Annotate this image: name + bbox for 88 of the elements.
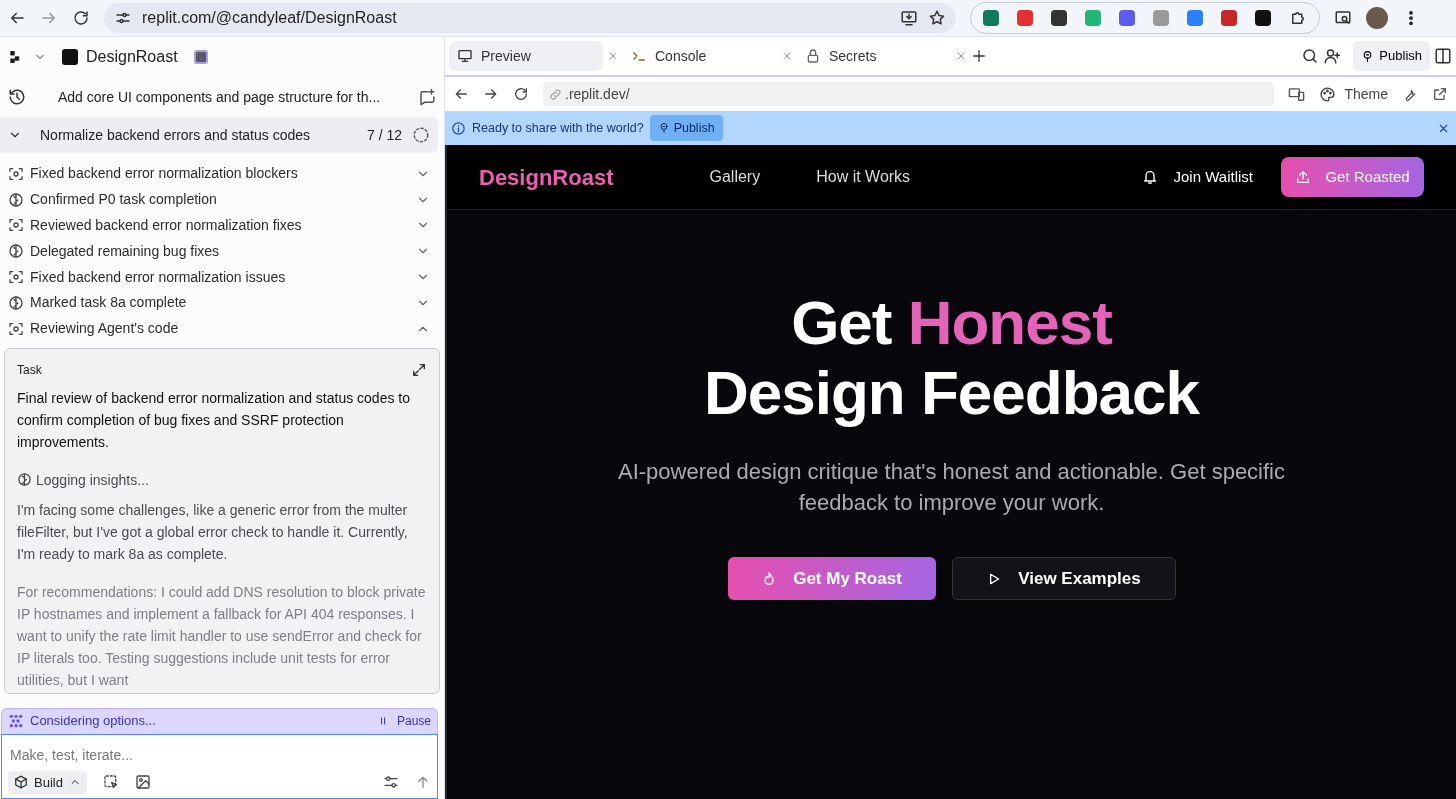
insight-label: Logging insights... [36, 470, 149, 490]
mode-selector[interactable]: Build [8, 770, 87, 794]
balloon-icon [657, 122, 670, 134]
brain-icon [8, 191, 24, 208]
install-icon[interactable] [900, 9, 918, 27]
monitor-icon [457, 48, 473, 64]
review-icon [8, 217, 24, 234]
palette-icon [1319, 85, 1337, 103]
view-examples-button[interactable]: View Examples [951, 557, 1176, 600]
agent-working-icon [8, 713, 24, 730]
close-icon[interactable] [607, 50, 619, 62]
settings-sliders-icon[interactable] [383, 774, 399, 791]
spinner-icon [412, 126, 430, 144]
get-roasted-button[interactable]: Get Roasted [1281, 157, 1424, 197]
step-item[interactable]: Marked task 8a complete [0, 290, 444, 316]
review-icon [8, 269, 24, 286]
url-text: replit.com/@candyleaf/DesignRoast [142, 8, 398, 28]
tab[interactable]: Secrets [797, 41, 951, 71]
reasoning-paragraph: For recommendations: I could add DNS resolution to block private IP hostnames and implement a fallback for API 404 responses. I want to unify the rate limit handler to use sendError and check for IP literals too. Testing suggestions include unit tests for error utilities, but I want [17, 582, 427, 690]
banner-text: Ready to share with the world? [472, 119, 644, 137]
tab[interactable]: Preview [449, 41, 603, 71]
history-icon[interactable] [8, 88, 26, 106]
publish-button[interactable]: Publish [649, 115, 723, 141]
get-roast-button[interactable]: Get My Roast [727, 557, 936, 600]
info-icon [451, 120, 466, 136]
reload-icon[interactable] [513, 86, 529, 102]
theme-button[interactable]: Theme [1319, 83, 1388, 105]
project-logo-icon [62, 49, 78, 65]
url-field[interactable]: .replit.dev/ [543, 82, 1275, 106]
step-item[interactable]: Reviewed backend error normalization fixes [0, 212, 444, 239]
cube-icon [14, 775, 28, 790]
step-item[interactable]: Fixed backend error normalization issues [0, 264, 444, 290]
forward-icon[interactable] [483, 86, 499, 102]
stop-icon[interactable] [193, 50, 208, 64]
select-element-icon[interactable] [102, 774, 119, 791]
status-text: Considering options... [30, 712, 157, 731]
step-item[interactable]: Delegated remaining bug fixes [0, 238, 444, 265]
hero-heading: Get Honest Design Feedback [704, 288, 1199, 428]
avatar-icon[interactable] [1366, 7, 1388, 29]
external-link-icon[interactable] [1432, 86, 1448, 102]
close-icon[interactable] [781, 50, 793, 62]
review-icon [8, 165, 24, 182]
pause-button[interactable]: Pause [376, 712, 431, 731]
publish-button[interactable]: Publish [1353, 41, 1430, 71]
brain-icon [8, 243, 24, 260]
step-item[interactable]: Fixed backend error normalization blockers [0, 161, 444, 187]
tab-search-icon[interactable] [1334, 9, 1352, 27]
waitlist-button[interactable]: Join Waitlist [1129, 159, 1265, 195]
step-item[interactable]: Confirmed P0 task completion [0, 186, 444, 213]
invite-icon[interactable] [1323, 47, 1342, 65]
progress-header[interactable]: Normalize backend errors and status codes 7 / 12 [0, 117, 438, 153]
panel-icon[interactable] [1434, 47, 1452, 65]
back-icon[interactable] [453, 86, 469, 102]
add-tab-icon[interactable] [971, 48, 987, 64]
review-icon [8, 320, 24, 337]
site-logo[interactable]: DesignRoast [479, 160, 614, 194]
lock-icon [805, 48, 821, 64]
link-icon [549, 87, 562, 101]
extension-icon[interactable] [1255, 10, 1271, 26]
extension-icon[interactable] [1051, 10, 1067, 26]
reasoning-paragraph: I'm facing some challenges, like a generic error from the multer fileFilter, but I've got a global error check to handle it. Currently, I'm ready to mark 8a as complete. [17, 500, 409, 564]
step-item[interactable]: Reviewing Agent's code [0, 315, 444, 342]
message-field[interactable]: Make, test, iterate... Build [1, 733, 438, 799]
nav-link[interactable]: How it Works [816, 165, 911, 189]
bell-icon [1141, 169, 1158, 185]
chat-title: Add core UI components and page structure for th... [57, 87, 382, 107]
send-icon[interactable] [415, 774, 431, 791]
devices-icon[interactable] [1288, 85, 1306, 103]
project-name[interactable]: DesignRoast [86, 45, 178, 69]
tab[interactable]: Console [623, 41, 777, 71]
hero-subtitle: AI-powered design critique that's honest and actionable. Get specific feedback to improve your work. [616, 458, 1286, 517]
brain-icon [17, 472, 32, 488]
address-bar[interactable]: replit.com/@candyleaf/DesignRoast [104, 3, 956, 33]
task-label: Task [17, 361, 42, 379]
progress-count: 7 / 12 [366, 125, 402, 145]
bookmark-star-icon[interactable] [928, 9, 946, 27]
progress-title: Normalize backend errors and status codes [39, 125, 312, 145]
search-icon[interactable] [1301, 47, 1320, 65]
upload-icon [1295, 169, 1312, 185]
nav-link[interactable]: Gallery [709, 165, 761, 189]
close-icon[interactable] [955, 50, 967, 62]
brain-icon [8, 294, 24, 311]
puzzle-icon[interactable] [1289, 9, 1307, 27]
expand-icon[interactable] [411, 361, 427, 378]
new-chat-icon[interactable] [418, 88, 436, 106]
task-description: Final review of backend error normalization and status codes to confirm completion of bug fixes and SSRF protection improvements. [17, 388, 411, 452]
image-icon[interactable] [134, 774, 151, 791]
reload-icon[interactable] [72, 9, 90, 27]
